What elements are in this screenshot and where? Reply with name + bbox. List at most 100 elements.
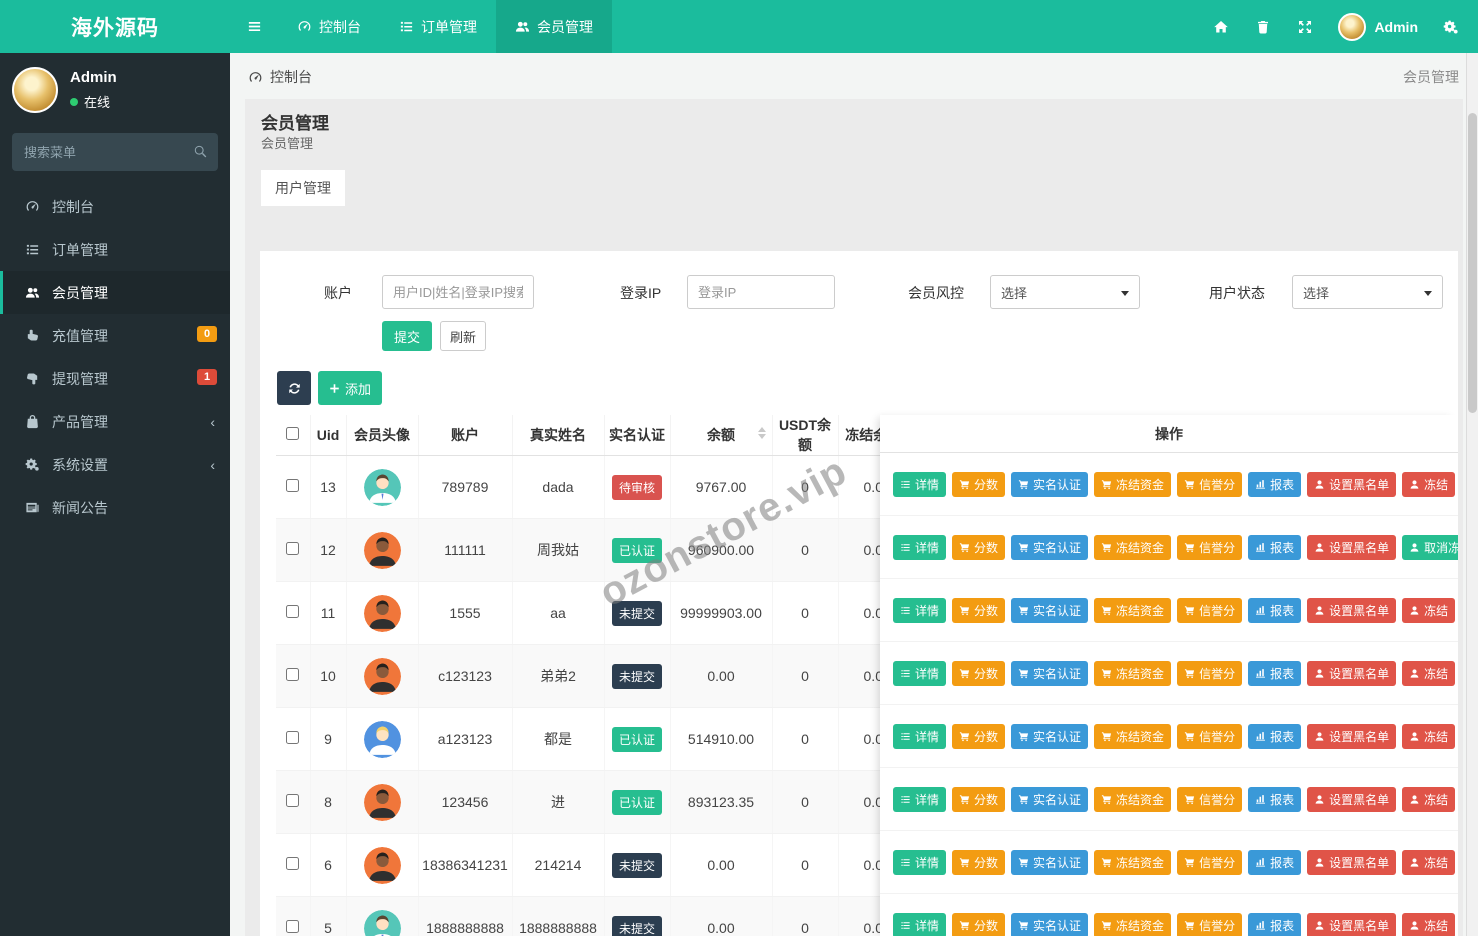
freeze-button[interactable]: 冻结 [1402, 787, 1455, 812]
trash-button[interactable] [1242, 19, 1284, 35]
sidebar-item-1[interactable]: 订单管理 [0, 228, 230, 271]
realname-button[interactable]: 实名认证 [1011, 598, 1088, 623]
blacklist-button[interactable]: 设置黑名单 [1307, 535, 1396, 560]
search-icon[interactable] [193, 144, 208, 159]
detail-button[interactable]: 详情 [893, 535, 946, 560]
blacklist-button[interactable]: 设置黑名单 [1307, 472, 1396, 497]
tab-user-management[interactable]: 用户管理 [261, 170, 345, 206]
freeze-funds-button[interactable]: 冻结资金 [1094, 850, 1171, 875]
row-checkbox[interactable] [286, 920, 299, 933]
page-scrollbar[interactable] [1466, 53, 1478, 936]
brand-logo[interactable]: 海外源码 [0, 0, 230, 53]
realname-button[interactable]: 实名认证 [1011, 913, 1088, 936]
freeze-funds-button[interactable]: 冻结资金 [1094, 913, 1171, 936]
report-button[interactable]: 报表 [1248, 661, 1301, 686]
report-button[interactable]: 报表 [1248, 724, 1301, 749]
report-button[interactable]: 报表 [1248, 913, 1301, 936]
blacklist-button[interactable]: 设置黑名单 [1307, 787, 1396, 812]
score-button[interactable]: 分数 [952, 661, 1005, 686]
scrollbar-thumb[interactable] [1468, 113, 1477, 413]
realname-button[interactable]: 实名认证 [1011, 472, 1088, 497]
credit-button[interactable]: 信誉分 [1177, 787, 1242, 812]
score-button[interactable]: 分数 [952, 850, 1005, 875]
freeze-funds-button[interactable]: 冻结资金 [1094, 724, 1171, 749]
detail-button[interactable]: 详情 [893, 661, 946, 686]
realname-button[interactable]: 实名认证 [1011, 787, 1088, 812]
refresh-filter-button[interactable]: 刷新 [440, 321, 486, 351]
freeze-button[interactable]: 冻结 [1402, 472, 1455, 497]
nav-item-1[interactable]: 订单管理 [380, 0, 496, 53]
blacklist-button[interactable]: 设置黑名单 [1307, 850, 1396, 875]
credit-button[interactable]: 信誉分 [1177, 598, 1242, 623]
freeze-button[interactable]: 冻结 [1402, 724, 1455, 749]
breadcrumb[interactable]: 控制台 [248, 67, 312, 87]
sidebar-item-7[interactable]: 新闻公告 [0, 486, 230, 529]
row-checkbox[interactable] [286, 542, 299, 555]
score-button[interactable]: 分数 [952, 787, 1005, 812]
report-button[interactable]: 报表 [1248, 535, 1301, 560]
risk-select[interactable]: 选择 [990, 275, 1140, 309]
detail-button[interactable]: 详情 [893, 913, 946, 936]
blacklist-button[interactable]: 设置黑名单 [1307, 724, 1396, 749]
sidebar-item-3[interactable]: 充值管理0 [0, 314, 230, 357]
freeze-button[interactable]: 冻结 [1402, 661, 1455, 686]
freeze-funds-button[interactable]: 冻结资金 [1094, 472, 1171, 497]
select-all-checkbox[interactable] [286, 427, 299, 440]
table-refresh-button[interactable] [277, 371, 311, 405]
credit-button[interactable]: 信誉分 [1177, 472, 1242, 497]
freeze-funds-button[interactable]: 冻结资金 [1094, 598, 1171, 623]
column-header-5[interactable]: 余额 [670, 415, 772, 456]
realname-button[interactable]: 实名认证 [1011, 535, 1088, 560]
report-button[interactable]: 报表 [1248, 472, 1301, 497]
report-button[interactable]: 报表 [1248, 787, 1301, 812]
sidebar-item-5[interactable]: 产品管理‹ [0, 400, 230, 443]
credit-button[interactable]: 信誉分 [1177, 850, 1242, 875]
score-button[interactable]: 分数 [952, 724, 1005, 749]
user-menu[interactable]: Admin [1326, 13, 1430, 41]
sidebar-toggle-button[interactable] [230, 0, 278, 53]
score-button[interactable]: 分数 [952, 535, 1005, 560]
detail-button[interactable]: 详情 [893, 850, 946, 875]
credit-button[interactable]: 信誉分 [1177, 535, 1242, 560]
row-checkbox[interactable] [286, 605, 299, 618]
report-button[interactable]: 报表 [1248, 598, 1301, 623]
row-checkbox[interactable] [286, 731, 299, 744]
add-button[interactable]: 添加 [318, 371, 382, 405]
row-checkbox[interactable] [286, 479, 299, 492]
sidebar-item-4[interactable]: 提现管理1 [0, 357, 230, 400]
submit-button[interactable]: 提交 [382, 321, 432, 351]
detail-button[interactable]: 详情 [893, 724, 946, 749]
blacklist-button[interactable]: 设置黑名单 [1307, 598, 1396, 623]
sidebar-item-0[interactable]: 控制台 [0, 185, 230, 228]
report-button[interactable]: 报表 [1248, 850, 1301, 875]
blacklist-button[interactable]: 设置黑名单 [1307, 661, 1396, 686]
credit-button[interactable]: 信誉分 [1177, 913, 1242, 936]
settings-button[interactable] [1430, 19, 1472, 35]
unfreeze-button[interactable]: 取消冻结 [1402, 535, 1458, 560]
account-search-input[interactable] [382, 275, 534, 309]
realname-button[interactable]: 实名认证 [1011, 850, 1088, 875]
row-checkbox[interactable] [286, 857, 299, 870]
blacklist-button[interactable]: 设置黑名单 [1307, 913, 1396, 936]
freeze-button[interactable]: 冻结 [1402, 850, 1455, 875]
row-checkbox[interactable] [286, 668, 299, 681]
credit-button[interactable]: 信誉分 [1177, 724, 1242, 749]
freeze-button[interactable]: 冻结 [1402, 913, 1455, 936]
score-button[interactable]: 分数 [952, 913, 1005, 936]
freeze-funds-button[interactable]: 冻结资金 [1094, 535, 1171, 560]
nav-item-2[interactable]: 会员管理 [496, 0, 612, 53]
home-button[interactable] [1200, 19, 1242, 35]
detail-button[interactable]: 详情 [893, 472, 946, 497]
detail-button[interactable]: 详情 [893, 598, 946, 623]
sidebar-item-6[interactable]: 系统设置‹ [0, 443, 230, 486]
freeze-funds-button[interactable]: 冻结资金 [1094, 787, 1171, 812]
score-button[interactable]: 分数 [952, 598, 1005, 623]
score-button[interactable]: 分数 [952, 472, 1005, 497]
freeze-funds-button[interactable]: 冻结资金 [1094, 661, 1171, 686]
login-ip-input[interactable] [687, 275, 835, 309]
row-checkbox[interactable] [286, 794, 299, 807]
nav-item-0[interactable]: 控制台 [278, 0, 380, 53]
freeze-button[interactable]: 冻结 [1402, 598, 1455, 623]
sort-icon[interactable] [758, 427, 766, 439]
realname-button[interactable]: 实名认证 [1011, 724, 1088, 749]
